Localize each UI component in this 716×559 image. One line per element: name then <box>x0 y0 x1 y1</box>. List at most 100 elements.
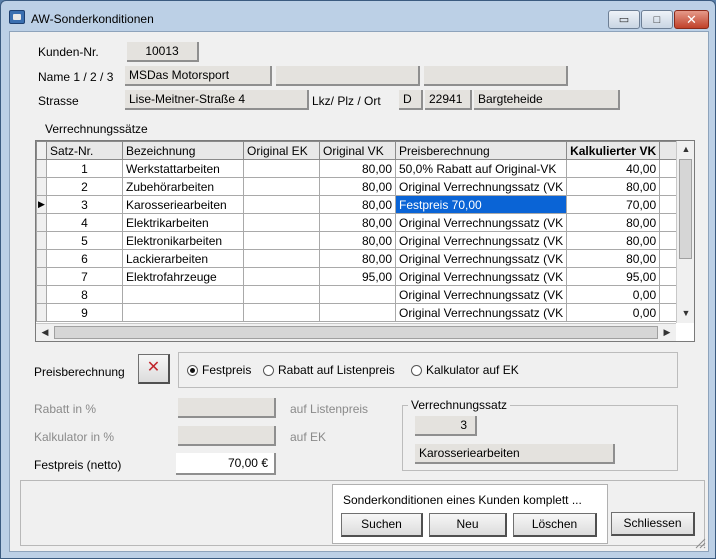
maximize-button[interactable]: □ <box>641 10 673 29</box>
grid-vertical-scrollbar[interactable]: ▲ ▼ <box>676 141 694 323</box>
cell-kalkulierter-vk[interactable]: 40,00 <box>566 159 661 178</box>
cell-bezeichnung[interactable]: Elektronikarbeiten <box>122 231 244 250</box>
cell-kalkulierter-vk[interactable]: 80,00 <box>566 231 661 250</box>
scroll-right-icon[interactable]: ▶ <box>658 324 676 341</box>
cell-satz-nr[interactable]: 3 <box>46 195 123 214</box>
city-field[interactable]: Bargteheide <box>474 90 620 110</box>
cell-preisberechnung[interactable]: Original Verrechnungssatz (VK <box>394 267 568 286</box>
cell-satz-nr[interactable]: 2 <box>46 177 123 196</box>
cell-preisberechnung[interactable]: Original Verrechnungssatz (VK <box>394 231 568 250</box>
col-header-bezeichnung[interactable]: Bezeichnung <box>122 141 244 160</box>
name3-field[interactable] <box>424 66 568 86</box>
cell-original-vk[interactable]: 80,00 <box>319 195 396 214</box>
cell-bezeichnung[interactable] <box>122 285 244 304</box>
col-header-satz-nr[interactable]: Satz-Nr. <box>46 141 123 160</box>
cell-original-vk[interactable]: 80,00 <box>319 231 396 250</box>
cell-preisberechnung[interactable]: Original Verrechnungssatz (VK <box>394 177 568 196</box>
rate-number-field[interactable]: 3 <box>415 416 477 436</box>
street-field[interactable]: Lise-Meitner-Straße 4 <box>125 90 309 110</box>
table-row[interactable]: 6 Lackierarbeiten 80,00 Original Verrechnun… <box>36 249 681 268</box>
cell-kalkulierter-vk[interactable]: 95,00 <box>566 267 661 286</box>
search-button[interactable]: Suchen <box>341 513 423 537</box>
title-bar[interactable]: AW-Sonderkonditionen ▭ □ ✕ <box>1 1 715 31</box>
customer-number-field[interactable]: 10013 <box>127 42 199 62</box>
close-window-button[interactable]: ✕ <box>674 10 709 29</box>
cell-original-vk[interactable]: 80,00 <box>319 177 396 196</box>
new-button[interactable]: Neu <box>429 513 507 537</box>
cell-bezeichnung[interactable]: Elektrikarbeiten <box>122 213 244 232</box>
row-indicator[interactable] <box>36 249 47 268</box>
cell-original-vk[interactable]: 80,00 <box>319 159 396 178</box>
row-indicator[interactable] <box>36 231 47 250</box>
name1-field[interactable]: MSDas Motorsport <box>125 66 272 86</box>
scroll-up-icon[interactable]: ▲ <box>677 141 694 158</box>
cell-preisberechnung[interactable]: 50,0% Rabatt auf Original-VK <box>394 159 568 178</box>
table-row[interactable]: 5 Elektronikarbeiten 80,00 Original Verrech… <box>36 231 681 250</box>
cell-original-ek[interactable] <box>243 195 320 214</box>
cell-original-ek[interactable] <box>243 249 320 268</box>
table-row[interactable]: 9 Original Verrechnungssatz (VK 0,00 <box>36 303 681 322</box>
cell-bezeichnung[interactable]: Karosseriearbeiten <box>122 195 244 214</box>
country-field[interactable]: D <box>399 90 423 110</box>
cell-original-vk[interactable]: 80,00 <box>319 249 396 268</box>
rates-grid[interactable]: Satz-Nr. Bezeichnung Original EK Origina… <box>35 140 695 342</box>
cell-preisberechnung[interactable]: Original Verrechnungssatz (VK <box>394 303 568 322</box>
table-row[interactable]: 8 Original Verrechnungssatz (VK 0,00 <box>36 285 681 304</box>
cell-bezeichnung[interactable] <box>122 303 244 322</box>
cell-preisberechnung[interactable]: Original Verrechnungssatz (VK <box>394 213 568 232</box>
delete-button[interactable]: Löschen <box>513 513 597 537</box>
cell-bezeichnung[interactable]: Lackierarbeiten <box>122 249 244 268</box>
cell-satz-nr[interactable]: 4 <box>46 213 123 232</box>
cell-original-ek[interactable] <box>243 213 320 232</box>
table-row[interactable]: 4 Elektrikarbeiten 80,00 Original Verrechnu… <box>36 213 681 232</box>
discount-field[interactable] <box>178 398 276 418</box>
cell-kalkulierter-vk[interactable]: 0,00 <box>566 285 661 304</box>
table-row[interactable]: ▶ 3 Karosseriearbeiten 80,00 Festpreis 70,00… <box>36 195 681 214</box>
cell-satz-nr[interactable]: 8 <box>46 285 123 304</box>
cell-original-ek[interactable] <box>243 159 320 178</box>
cell-original-ek[interactable] <box>243 231 320 250</box>
cell-original-vk[interactable] <box>319 303 396 322</box>
cell-original-vk[interactable]: 80,00 <box>319 213 396 232</box>
radio-rabatt-listenpreis[interactable]: Rabatt auf Listenpreis <box>263 363 395 377</box>
cell-kalkulierter-vk[interactable]: 80,00 <box>566 213 661 232</box>
minimize-button[interactable]: ▭ <box>608 10 640 29</box>
grid-horizontal-scrollbar[interactable]: ◀ ▶ <box>36 323 676 341</box>
col-header-preisberechnung[interactable]: Preisberechnung <box>394 141 568 160</box>
close-button[interactable]: Schliessen <box>611 512 695 536</box>
row-indicator[interactable] <box>36 285 47 304</box>
cell-original-ek[interactable] <box>243 267 320 286</box>
cell-kalkulierter-vk[interactable]: 0,00 <box>566 303 661 322</box>
cell-bezeichnung[interactable]: Elektrofahrzeuge <box>122 267 244 286</box>
name2-field[interactable] <box>276 66 420 86</box>
col-header-kalkulierter-vk[interactable]: Kalkulierter VK <box>566 141 661 160</box>
cell-preisberechnung[interactable]: Festpreis 70,00 <box>394 195 568 214</box>
cell-preisberechnung[interactable]: Original Verrechnungssatz (VK <box>394 285 568 304</box>
cell-preisberechnung[interactable]: Original Verrechnungssatz (VK <box>394 249 568 268</box>
cell-original-vk[interactable] <box>319 285 396 304</box>
cell-original-vk[interactable]: 95,00 <box>319 267 396 286</box>
radio-kalkulator-ek[interactable]: Kalkulator auf EK <box>411 363 519 377</box>
scroll-down-icon[interactable]: ▼ <box>677 305 694 322</box>
row-indicator[interactable] <box>36 177 47 196</box>
vertical-scroll-thumb[interactable] <box>679 159 692 259</box>
cell-satz-nr[interactable]: 5 <box>46 231 123 250</box>
table-row[interactable]: 7 Elektrofahrzeuge 95,00 Original Verrechnu… <box>36 267 681 286</box>
table-row[interactable]: 2 Zubehörarbeiten 80,00 Original Verrechnun… <box>36 177 681 196</box>
cell-satz-nr[interactable]: 7 <box>46 267 123 286</box>
row-indicator[interactable] <box>36 159 47 178</box>
fixed-price-input[interactable]: 70,00 € <box>176 453 276 475</box>
calculator-field[interactable] <box>178 426 276 446</box>
radio-festpreis[interactable]: Festpreis <box>187 363 251 377</box>
col-header-original-vk[interactable]: Original VK <box>319 141 396 160</box>
cell-kalkulierter-vk[interactable]: 80,00 <box>566 177 661 196</box>
cell-satz-nr[interactable]: 1 <box>46 159 123 178</box>
clear-pricing-button[interactable]: ✕ <box>138 354 170 384</box>
row-indicator[interactable] <box>36 303 47 322</box>
resize-grip-icon[interactable] <box>694 537 706 549</box>
cell-original-ek[interactable] <box>243 177 320 196</box>
row-indicator[interactable] <box>36 267 47 286</box>
cell-original-ek[interactable] <box>243 303 320 322</box>
horizontal-scroll-thumb[interactable] <box>54 326 658 339</box>
zip-field[interactable]: 22941 <box>425 90 472 110</box>
